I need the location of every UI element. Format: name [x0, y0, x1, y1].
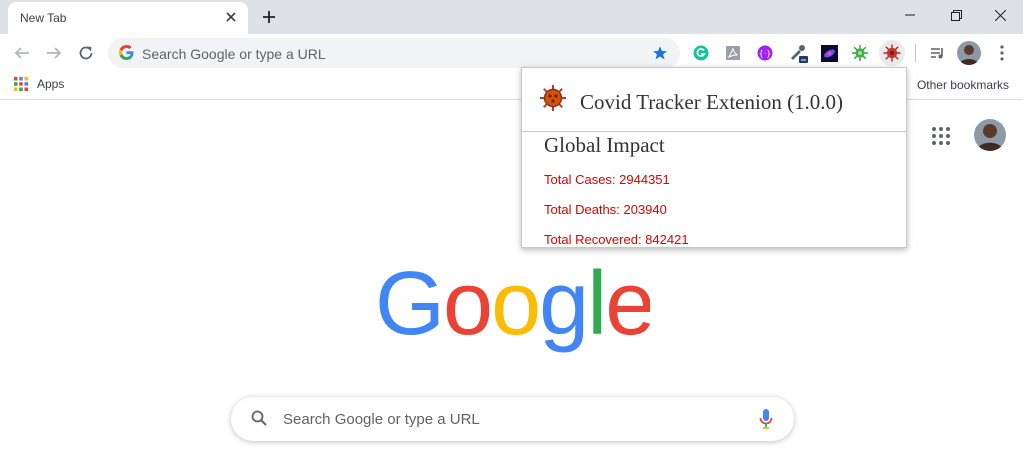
section-heading: Global Impact: [544, 133, 665, 157]
extension-purple-icon[interactable]: {·}: [752, 40, 778, 66]
total-deaths: Total Deaths: 203940: [544, 202, 667, 217]
popup-title: Covid Tracker Extenion (1.0.0): [580, 90, 844, 114]
svg-text:{·}: {·}: [759, 49, 772, 58]
ntp-search-box[interactable]: Search Google or type a URL: [231, 397, 794, 441]
other-bookmarks[interactable]: Other bookmarks: [917, 78, 1009, 92]
covid-virus-icon: [539, 84, 567, 117]
tab-strip: New Tab: [0, 0, 1023, 34]
extension-popup: Covid Tracker Extenion (1.0.0) Global Im…: [521, 67, 907, 248]
grammarly-icon[interactable]: [688, 40, 714, 66]
minimize-icon[interactable]: [887, 0, 933, 30]
menu-dots-icon[interactable]: [989, 40, 1015, 66]
omnibox-placeholder: Search Google or type a URL: [142, 46, 326, 62]
virus-green-icon[interactable]: [847, 40, 873, 66]
avatar[interactable]: [974, 119, 1006, 151]
total-recovered: Total Recovered: 842421: [544, 232, 689, 247]
forward-arrow-icon[interactable]: [40, 39, 68, 67]
close-icon[interactable]: [222, 8, 240, 26]
covid-tracker-icon[interactable]: [879, 40, 905, 66]
back-arrow-icon[interactable]: [8, 39, 36, 67]
toolbar-separator: [915, 44, 916, 62]
search-icon: [251, 410, 267, 431]
apps-label: Apps: [37, 77, 65, 91]
mic-icon[interactable]: [759, 409, 773, 434]
profile-avatar-icon[interactable]: [957, 41, 981, 65]
media-control-icon[interactable]: [924, 40, 950, 66]
tab-new-tab[interactable]: New Tab: [8, 2, 248, 34]
search-input[interactable]: Search Google or type a URL: [283, 411, 480, 428]
popup-header: Covid Tracker Extenion (1.0.0): [522, 68, 906, 132]
tab-title: New Tab: [20, 11, 67, 25]
window-close-icon[interactable]: [977, 0, 1023, 30]
apps-grid-icon: [14, 77, 28, 91]
google-logo: Google: [375, 254, 655, 358]
eyedropper-icon[interactable]: [785, 40, 811, 66]
reload-icon[interactable]: [72, 39, 100, 67]
restore-icon[interactable]: [933, 0, 979, 30]
star-icon[interactable]: [652, 45, 668, 66]
svg-text:Google: Google: [375, 258, 650, 354]
galaxy-icon[interactable]: [816, 40, 842, 66]
pdf-icon[interactable]: [720, 40, 746, 66]
google-g-icon: [119, 45, 134, 65]
apps-bookmark[interactable]: Apps: [14, 77, 64, 91]
apps-grid-icon[interactable]: [930, 125, 952, 147]
plus-icon[interactable]: [258, 6, 280, 28]
omnibox[interactable]: Search Google or type a URL: [108, 38, 680, 68]
total-cases: Total Cases: 2944351: [544, 172, 670, 187]
